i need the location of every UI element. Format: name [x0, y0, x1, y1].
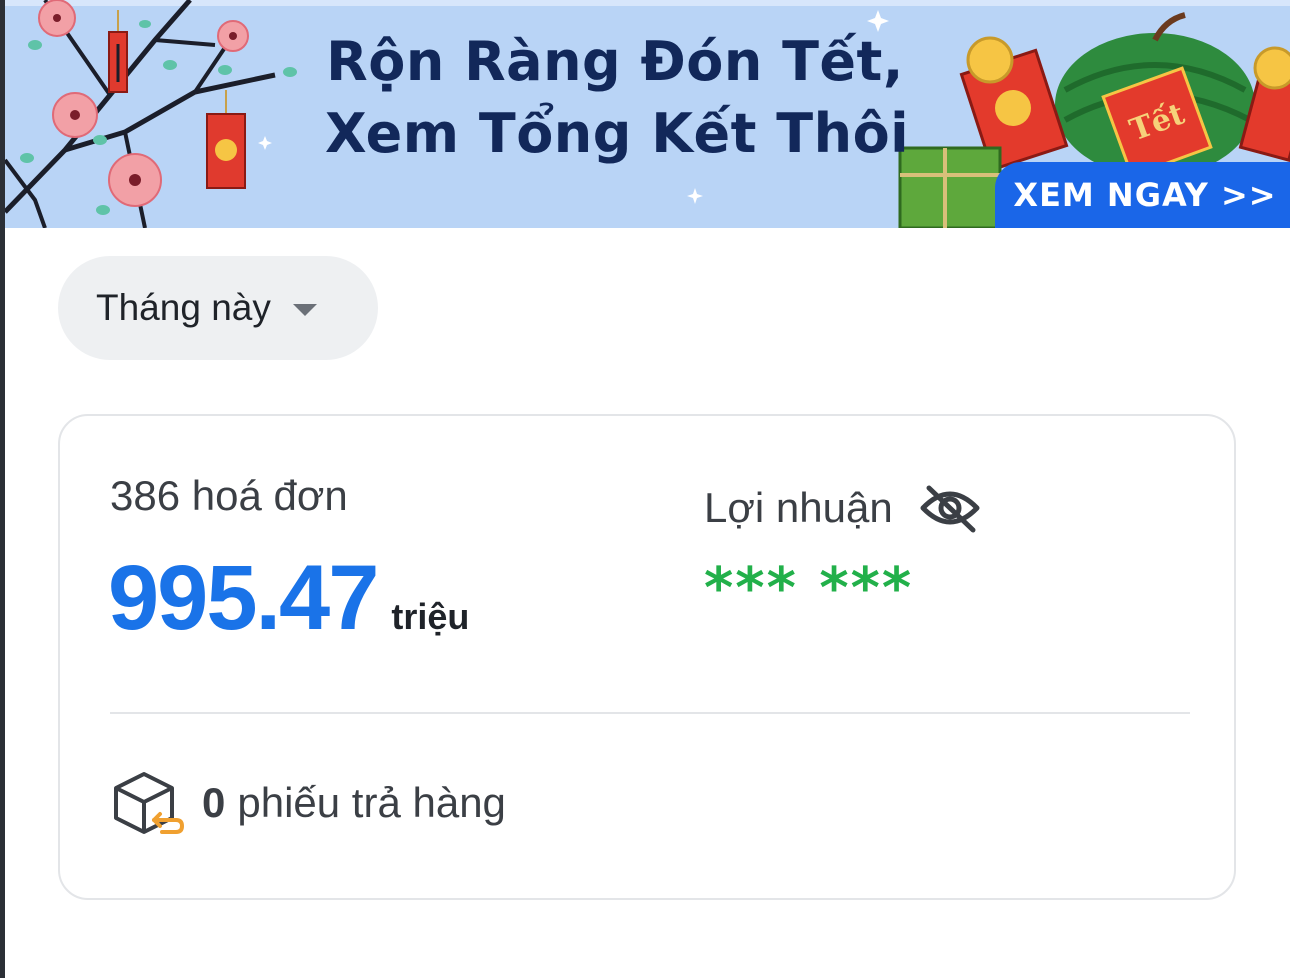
blossom-branch-icon	[5, 0, 297, 228]
revenue-value: 995.47	[108, 547, 379, 649]
divider	[110, 712, 1190, 714]
tet-promo-banner[interactable]: Tết Rộn Ràng Đón Tết, Xem Tổng Kết Thôi …	[5, 0, 1290, 228]
caret-down-icon	[292, 304, 317, 316]
banner-title-line-1: Rộn Ràng Đón Tết,	[326, 30, 904, 93]
banner-title-line-2: Xem Tổng Kết Thôi	[325, 102, 910, 165]
returns-row[interactable]: 0 phiếu trả hàng	[110, 768, 506, 838]
sales-summary-card: 386 hoá đơn 995.47 triệu Lợi nhuận *** *…	[58, 414, 1236, 900]
profit-header: Lợi nhuận	[704, 482, 981, 534]
profit-label: Lợi nhuận	[704, 484, 893, 531]
invoice-count[interactable]: 386 hoá đơn	[110, 472, 348, 520]
box-return-icon	[114, 772, 185, 834]
view-now-button[interactable]: XEM NGAY >>	[995, 162, 1290, 228]
period-dropdown-label: Tháng này	[96, 287, 271, 328]
returns-count: 0	[202, 779, 226, 826]
revenue-total: 995.47 triệu	[108, 546, 469, 651]
profit-masked-value: *** ***	[704, 556, 914, 621]
eye-off-icon[interactable]	[919, 482, 981, 534]
banner-title: Rộn Ràng Đón Tết, Xem Tổng Kết Thôi	[325, 26, 910, 170]
revenue-unit: triệu	[391, 596, 470, 637]
period-dropdown[interactable]: Tháng này	[58, 256, 378, 360]
returns-label: phiếu trả hàng	[237, 779, 506, 826]
